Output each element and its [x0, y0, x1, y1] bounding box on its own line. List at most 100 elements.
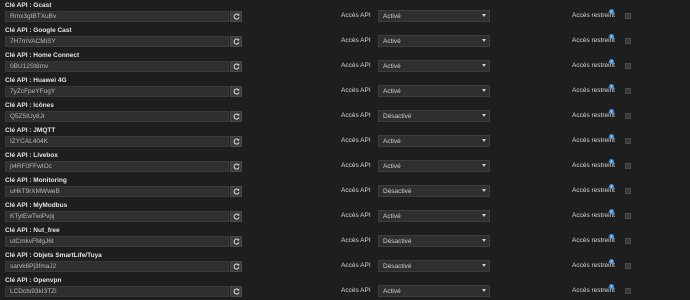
- regenerate-key-button[interactable]: [230, 286, 242, 297]
- api-access-select[interactable]: Activé: [378, 10, 490, 22]
- restricted-access-checkbox[interactable]: [625, 288, 631, 294]
- api-access-value: Activé: [383, 88, 401, 95]
- restricted-access-checkbox[interactable]: [625, 188, 631, 194]
- api-key-value: uHkT9rXMWweB: [10, 188, 60, 195]
- api-access-value: Activé: [383, 63, 401, 70]
- api-key-field[interactable]: 0BU12St8mv: [5, 61, 229, 72]
- api-access-select[interactable]: Activé: [378, 210, 490, 222]
- api-key-label: Clé API : Monitoring: [5, 177, 67, 184]
- regenerate-key-button[interactable]: [230, 236, 242, 247]
- api-key-row: Clé API : Home Connect 0BU12St8mv Accès …: [0, 50, 690, 75]
- chevron-down-icon: [482, 39, 486, 42]
- api-key-value: 7H7mVACMiSY: [10, 38, 56, 45]
- api-access-value: Activé: [383, 213, 401, 220]
- api-access-value: Désactivé: [383, 238, 412, 245]
- regenerate-key-button[interactable]: [230, 261, 242, 272]
- api-access-select[interactable]: Désactivé: [378, 235, 490, 247]
- api-key-field[interactable]: jt4RF0FFwIOc: [5, 161, 229, 172]
- question-circle-icon[interactable]: ?: [609, 84, 614, 89]
- question-circle-icon[interactable]: ?: [609, 109, 614, 114]
- question-circle-icon[interactable]: ?: [609, 159, 614, 164]
- restricted-access-checkbox[interactable]: [625, 63, 631, 69]
- restricted-access-checkbox[interactable]: [625, 238, 631, 244]
- api-key-value: 0BU12St8mv: [10, 63, 49, 70]
- restricted-access-checkbox[interactable]: [625, 13, 631, 19]
- api-access-select[interactable]: Désactivé: [378, 260, 490, 272]
- restricted-access-checkbox[interactable]: [625, 138, 631, 144]
- api-key-row: Clé API : JMQTT IZYCAL404K Accès API Act…: [0, 125, 690, 150]
- regenerate-key-button[interactable]: [230, 61, 242, 72]
- refresh-icon: [233, 138, 240, 145]
- restricted-access-checkbox[interactable]: [625, 38, 631, 44]
- regenerate-key-button[interactable]: [230, 111, 242, 122]
- api-access-select[interactable]: Activé: [378, 160, 490, 172]
- refresh-icon: [233, 88, 240, 95]
- api-key-field[interactable]: KTytEwTwiPvpj: [5, 211, 229, 222]
- api-key-label: Clé API : Google Cast: [5, 27, 72, 34]
- regenerate-key-button[interactable]: [230, 161, 242, 172]
- api-access-label: Accès API: [341, 112, 371, 119]
- api-access-value: Désactivé: [383, 113, 412, 120]
- api-key-field[interactable]: Rmx3gtBTXuBv: [5, 11, 229, 22]
- question-circle-icon[interactable]: ?: [609, 259, 614, 264]
- question-circle-icon[interactable]: ?: [609, 9, 614, 14]
- api-key-value: Rmx3gtBTXuBv: [10, 13, 57, 20]
- chevron-down-icon: [482, 64, 486, 67]
- restricted-access-checkbox[interactable]: [625, 213, 631, 219]
- api-key-field[interactable]: 7yZcFpeYFugY: [5, 86, 229, 97]
- chevron-down-icon: [482, 139, 486, 142]
- api-key-label: Clé API : Icônes: [5, 102, 54, 109]
- api-key-label: Clé API : Nut_free: [5, 227, 60, 234]
- api-access-select[interactable]: Activé: [378, 85, 490, 97]
- api-access-select[interactable]: Désactivé: [378, 110, 490, 122]
- api-access-label: Accès API: [341, 37, 371, 44]
- api-access-value: Activé: [383, 138, 401, 145]
- restricted-access-checkbox[interactable]: [625, 263, 631, 269]
- regenerate-key-button[interactable]: [230, 11, 242, 22]
- regenerate-key-button[interactable]: [230, 186, 242, 197]
- api-access-label: Accès API: [341, 62, 371, 69]
- api-key-field[interactable]: sarvk6Pj3fmaJ2: [5, 261, 229, 272]
- refresh-icon: [233, 113, 240, 120]
- api-keys-list: Clé API : Gcast Rmx3gtBTXuBv Accès API A…: [0, 0, 690, 300]
- question-circle-icon[interactable]: ?: [609, 59, 614, 64]
- api-key-label: Clé API : Livebox: [5, 152, 58, 159]
- api-access-label: Accès API: [341, 12, 371, 19]
- api-key-value: Q5Z5tUy8Jr: [10, 113, 46, 120]
- api-key-field[interactable]: 7H7mVACMiSY: [5, 36, 229, 47]
- question-circle-icon[interactable]: ?: [609, 184, 614, 189]
- api-access-select[interactable]: Activé: [378, 35, 490, 47]
- api-access-select[interactable]: Activé: [378, 285, 490, 297]
- question-circle-icon[interactable]: ?: [609, 209, 614, 214]
- restricted-access-checkbox[interactable]: [625, 88, 631, 94]
- api-key-value: LCDcIs93kI3TZi: [10, 288, 57, 295]
- regenerate-key-button[interactable]: [230, 136, 242, 147]
- api-key-value: KTytEwTwiPvpj: [10, 213, 55, 220]
- chevron-down-icon: [482, 189, 486, 192]
- question-circle-icon[interactable]: ?: [609, 134, 614, 139]
- question-circle-icon[interactable]: ?: [609, 284, 614, 289]
- api-key-field[interactable]: IZYCAL404K: [5, 136, 229, 147]
- api-access-label: Accès API: [341, 287, 371, 294]
- api-key-field[interactable]: utCmkvFMgJ6t: [5, 236, 229, 247]
- regenerate-key-button[interactable]: [230, 211, 242, 222]
- api-key-row: Clé API : Icônes Q5Z5tUy8Jr Accès API Dé…: [0, 100, 690, 125]
- api-key-field[interactable]: LCDcIs93kI3TZi: [5, 286, 229, 297]
- api-key-field[interactable]: uHkT9rXMWweB: [5, 186, 229, 197]
- regenerate-key-button[interactable]: [230, 36, 242, 47]
- api-key-field[interactable]: Q5Z5tUy8Jr: [5, 111, 229, 122]
- api-access-select[interactable]: Activé: [378, 60, 490, 72]
- api-access-select[interactable]: Désactivé: [378, 185, 490, 197]
- restricted-access-checkbox[interactable]: [625, 163, 631, 169]
- api-key-label: Clé API : MyModbus: [5, 202, 68, 209]
- chevron-down-icon: [482, 214, 486, 217]
- refresh-icon: [233, 38, 240, 45]
- refresh-icon: [233, 163, 240, 170]
- api-access-select[interactable]: Activé: [378, 135, 490, 147]
- regenerate-key-button[interactable]: [230, 86, 242, 97]
- restricted-access-checkbox[interactable]: [625, 113, 631, 119]
- question-circle-icon[interactable]: ?: [609, 34, 614, 39]
- api-access-value: Désactivé: [383, 263, 412, 270]
- question-circle-icon[interactable]: ?: [609, 234, 614, 239]
- chevron-down-icon: [482, 264, 486, 267]
